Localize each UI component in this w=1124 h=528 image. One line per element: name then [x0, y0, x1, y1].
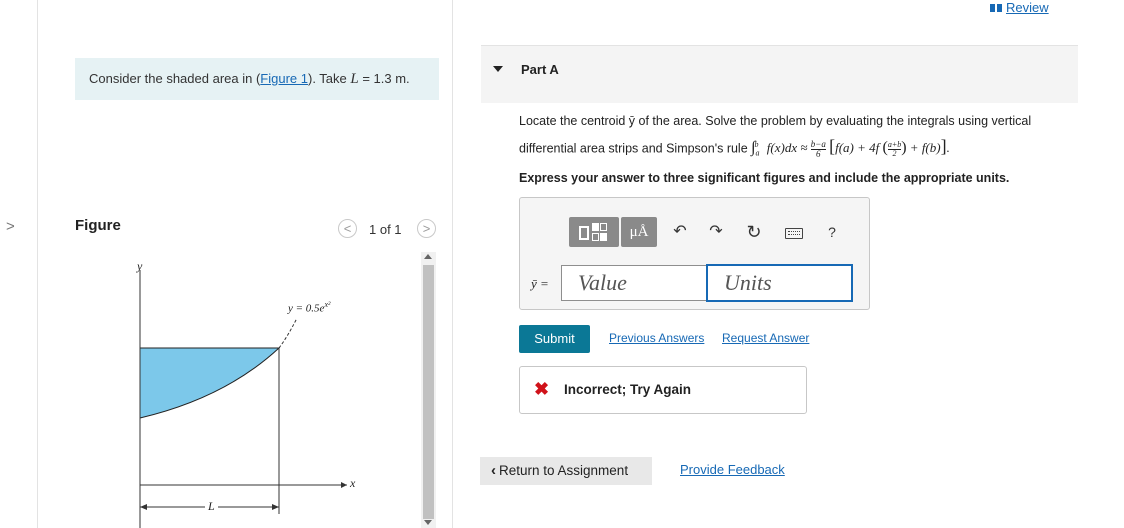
- answer-box: μÅ ↶ ↷ ↻ ? ȳ = Value Units: [519, 197, 870, 310]
- scrollbar-thumb[interactable]: [423, 265, 434, 519]
- reset-icon[interactable]: ↻: [744, 222, 764, 242]
- shaded-area: [139, 347, 281, 419]
- x-axis-arrow: [341, 482, 347, 488]
- curve-equation-label: y = 0.5ex²: [288, 300, 331, 315]
- previous-answers-link[interactable]: Previous Answers: [609, 331, 704, 345]
- error-x-icon: ✖: [534, 379, 550, 399]
- figure-title: Figure: [75, 217, 121, 234]
- dimension-arrow-left: [140, 504, 147, 510]
- figure-scrollbar[interactable]: [421, 252, 436, 528]
- templates-button[interactable]: [569, 217, 619, 247]
- answer-variable-label: ȳ =: [531, 276, 549, 291]
- provide-feedback-link[interactable]: Provide Feedback: [680, 462, 785, 477]
- instruction-line-2: differential area strips and Simpson's r…: [519, 133, 950, 161]
- problem-statement: Consider the shaded area in (Figure 1). …: [75, 58, 439, 100]
- return-label: Return to Assignment: [499, 463, 629, 478]
- chevron-left-icon: <: [343, 221, 352, 236]
- length-label: L: [205, 499, 218, 514]
- part-header[interactable]: Part A: [481, 46, 1078, 103]
- curve-extension: [278, 317, 298, 349]
- units-button[interactable]: μÅ: [621, 217, 657, 247]
- instruction-line-2-prefix: differential area strips and Simpson's r…: [519, 141, 748, 156]
- request-answer-link[interactable]: Request Answer: [722, 331, 809, 345]
- x-axis-label: x: [350, 476, 356, 490]
- center-divider: [452, 0, 453, 528]
- review-icon: [990, 4, 995, 12]
- part-title: Part A: [521, 62, 559, 77]
- submit-button[interactable]: Submit: [519, 325, 590, 353]
- templates-icon: [579, 226, 589, 240]
- chevron-right-icon: >: [422, 221, 431, 236]
- simpson-rule-formula: ∫ab f(x)dx ≈ b−a 6 [f(a) + 4f (a+b 2) + f(…: [751, 136, 950, 159]
- next-figure-button[interactable]: >: [417, 219, 436, 238]
- left-panel-border: [37, 0, 38, 528]
- instruction-line-1: Locate the centroid ȳ of the area. Solve…: [519, 114, 1032, 128]
- problem-value: = 1.3 m.: [358, 71, 410, 86]
- figure-diagram: [139, 270, 347, 528]
- dimension-arrow-right: [272, 504, 279, 510]
- feedback-box: ✖ Incorrect; Try Again: [519, 366, 807, 414]
- redo-icon[interactable]: ↷: [706, 222, 726, 242]
- problem-variable: L: [350, 71, 359, 87]
- review-label[interactable]: Review: [1006, 0, 1049, 15]
- y-axis-label: y: [137, 259, 143, 273]
- chevron-left-icon: ‹: [491, 462, 496, 479]
- keyboard-icon[interactable]: [785, 228, 803, 239]
- help-button[interactable]: ?: [822, 222, 842, 242]
- collapse-caret-icon[interactable]: [493, 66, 503, 72]
- scroll-up-arrow-icon[interactable]: [424, 254, 432, 259]
- units-input[interactable]: Units: [706, 264, 853, 302]
- figure-link[interactable]: Figure 1: [260, 71, 308, 86]
- units-symbol: μÅ: [629, 224, 649, 240]
- units-placeholder: Units: [724, 270, 772, 295]
- problem-text-prefix: Consider the shaded area in (: [89, 71, 261, 86]
- undo-icon[interactable]: ↶: [670, 222, 690, 242]
- return-to-assignment-button[interactable]: ‹ Return to Assignment: [480, 457, 652, 485]
- value-input[interactable]: Value: [561, 265, 707, 301]
- figure-counter: 1 of 1: [369, 222, 402, 237]
- prev-figure-button[interactable]: <: [338, 219, 357, 238]
- scroll-down-arrow-icon[interactable]: [424, 520, 432, 525]
- problem-text-middle: ). Take: [307, 71, 351, 86]
- review-link[interactable]: Review: [990, 0, 1049, 16]
- express-instruction: Express your answer to three significant…: [519, 171, 1010, 185]
- value-placeholder: Value: [578, 270, 627, 295]
- collapse-arrow-icon[interactable]: >: [6, 218, 15, 235]
- feedback-status: Incorrect; Try Again: [564, 382, 692, 397]
